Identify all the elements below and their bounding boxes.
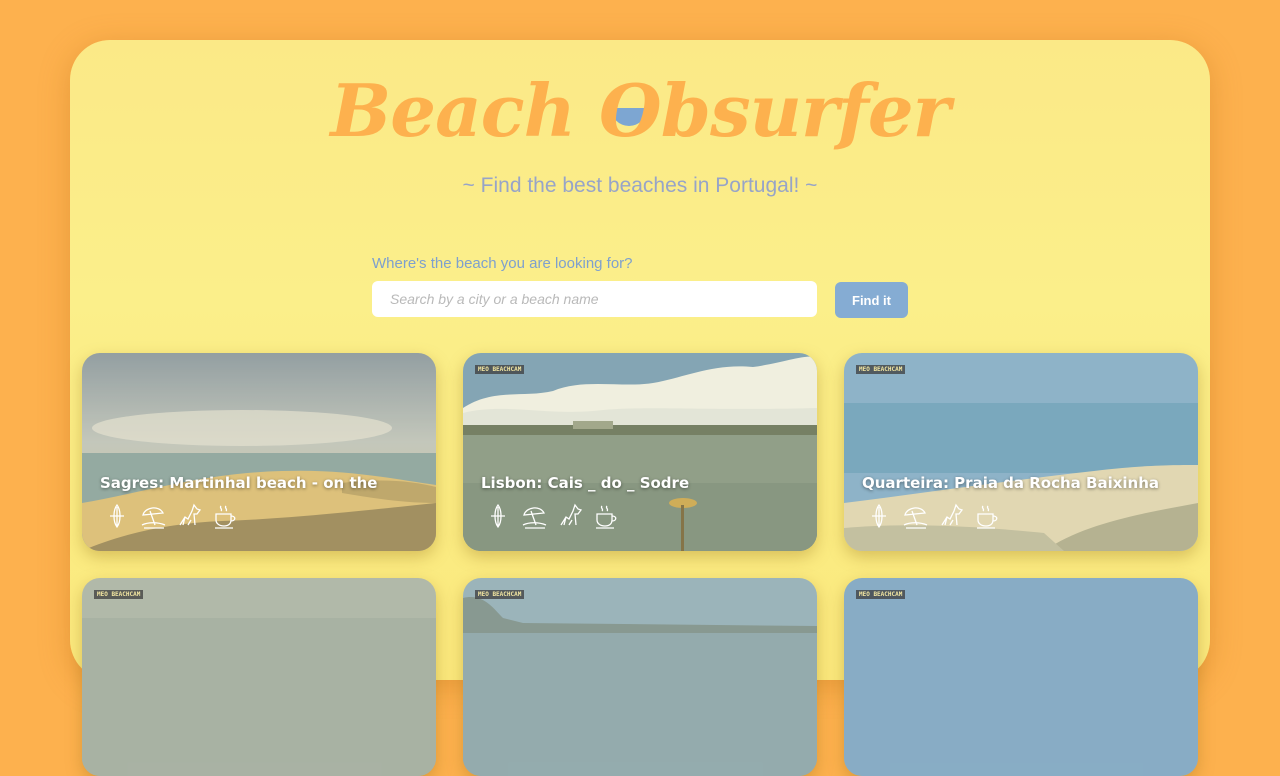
tagline: ~ Find the best beaches in Portugal! ~ (462, 174, 818, 197)
logo-letter-o-text: O (599, 68, 662, 153)
surfboard-icon (485, 503, 511, 529)
card-overlay (844, 578, 1198, 776)
beachcam-badge: MEO BEACHCAM (856, 590, 906, 599)
logo-text-beach: Beach (330, 68, 576, 153)
coffee-cup-icon (593, 503, 619, 529)
beach-card-title: Quarteira: Praia da Rocha Baixinha (862, 474, 1160, 492)
dog-icon (557, 503, 583, 529)
beachcam-badge: MEO BEACHCAM (94, 590, 144, 599)
search-input[interactable] (372, 281, 817, 317)
logo-letter-o: O (599, 68, 662, 153)
coffee-cup-icon (974, 503, 1000, 529)
beachcam-badge: MEO BEACHCAM (856, 365, 906, 374)
beach-card[interactable]: MEO BEACHCAM (844, 578, 1198, 776)
beach-card[interactable]: MEO BEACHCAM Lisbon: Cais _ do _ Sodre (463, 353, 817, 551)
search-label: Where's the beach you are looking for? (372, 255, 633, 272)
umbrella-icon (521, 503, 547, 529)
find-it-button[interactable]: Find it (835, 282, 908, 318)
beach-card[interactable]: MEO BEACHCAM (463, 578, 817, 776)
amenity-icons (485, 503, 619, 529)
beach-card[interactable]: MEO BEACHCAM (82, 578, 436, 776)
umbrella-icon (140, 503, 166, 529)
card-overlay (82, 578, 436, 776)
coffee-cup-icon (212, 503, 238, 529)
surfboard-icon (104, 503, 130, 529)
beach-card[interactable]: Sagres: Martinhal beach - on the (82, 353, 436, 551)
surfboard-icon (866, 503, 892, 529)
app-logo[interactable]: Beach Obsurfer (0, 68, 1280, 153)
beach-card-title: Lisbon: Cais _ do _ Sodre (481, 474, 690, 492)
beach-card[interactable]: MEO BEACHCAM Quarteira: Praia da Rocha B… (844, 353, 1198, 551)
amenity-icons (866, 503, 1000, 529)
dog-icon (938, 503, 964, 529)
dog-icon (176, 503, 202, 529)
card-overlay (463, 578, 817, 776)
logo-text-bsurfer: bsurfer (660, 68, 951, 153)
beachcam-badge: MEO BEACHCAM (475, 365, 525, 374)
umbrella-icon (902, 503, 928, 529)
amenity-icons (104, 503, 238, 529)
beachcam-badge: MEO BEACHCAM (475, 590, 525, 599)
beach-card-title: Sagres: Martinhal beach - on the (100, 474, 378, 492)
